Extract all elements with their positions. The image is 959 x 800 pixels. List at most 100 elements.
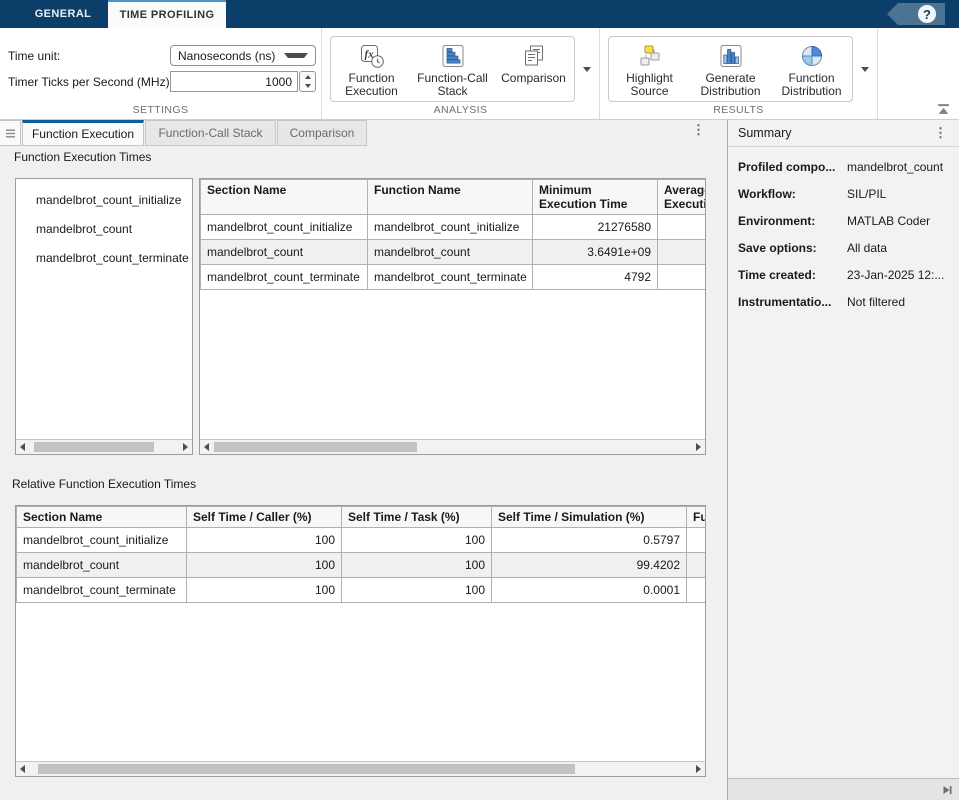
tab-time-profiling[interactable]: TIME PROFILING [108,0,226,28]
summary-title: Summary [738,126,791,140]
table-row[interactable]: mandelbrot_count_terminate 100 100 0.000… [17,578,707,603]
triangle-up-icon [305,75,311,79]
generate-distribution-button[interactable]: Generate Distribution [690,37,771,101]
document-tab-bar: Function Execution Function-Call Stack C… [0,120,727,146]
field-label: Environment: [738,214,847,228]
horizontal-scrollbar[interactable] [200,439,705,454]
field-value: 23-Jan-2025 12:... [847,268,944,282]
comparison-icon [521,43,547,69]
list-item[interactable]: mandelbrot_count_initialize [36,186,192,215]
summary-field: Instrumentatio... Not filtered [728,288,959,315]
collapse-ribbon-icon [936,103,951,115]
doc-tab-function-execution[interactable]: Function Execution [22,120,144,146]
button-label: Function Distribution [771,72,852,98]
horizontal-scrollbar[interactable] [16,761,705,776]
col-self-time-simulation: Self Time / Simulation (%) [492,507,687,528]
scrollbar-thumb[interactable] [34,442,154,452]
cell-minimum: 4792 [533,265,658,290]
cell-simulation: 0.5797 [492,528,687,553]
table-row[interactable]: mandelbrot_count mandelbrot_count 3.6491… [201,240,707,265]
cell-minimum: 21276580 [533,215,658,240]
toolstrip-tab-bar: GENERAL TIME PROFILING ? [0,0,959,28]
time-unit-dropdown[interactable]: Nanoseconds (ns) [170,45,316,66]
relative-times-heading: Relative Function Execution Times [12,477,196,491]
col-minimum-execution-time: Minimum Execution Time [533,180,658,215]
cell-function [687,578,707,603]
summary-field: Time created: 23-Jan-2025 12:... [728,261,959,288]
scroll-left-icon [20,765,25,773]
function-call-stack-icon [440,43,466,69]
summary-menu-button[interactable]: ⋮ [934,128,947,138]
stepper-up-button[interactable] [300,72,315,82]
cell-average [658,240,707,265]
cell-section: mandelbrot_count [201,240,368,265]
timer-ticks-input[interactable] [170,71,298,92]
collapse-panel-right-button[interactable] [941,784,953,796]
scroll-right-icon [696,765,701,773]
cell-task: 100 [342,553,492,578]
exec-times-heading: Function Execution Times [14,150,151,164]
function-call-stack-button[interactable]: Function-Call Stack [412,37,493,101]
cell-simulation: 99.4202 [492,553,687,578]
analysis-gallery: fx Function Execution Function-Call St [330,36,575,102]
field-value: All data [847,241,887,255]
scroll-right-icon [183,443,188,451]
summary-field: Save options: All data [728,234,959,261]
scroll-right-icon [696,443,701,451]
summary-field: Environment: MATLAB Coder [728,207,959,234]
table-row[interactable]: mandelbrot_count_initialize 100 100 0.57… [17,528,707,553]
doc-tab-function-call-stack[interactable]: Function-Call Stack [145,120,276,146]
cell-section: mandelbrot_count [17,553,187,578]
chevron-down-icon [284,53,308,58]
document-bar-handle[interactable] [0,120,21,146]
function-list-panel: mandelbrot_count_initialize mandelbrot_c… [15,178,193,455]
hamburger-icon [6,129,15,138]
comparison-button[interactable]: Comparison [493,37,574,101]
scrollbar-thumb[interactable] [38,764,575,774]
cell-average [658,265,707,290]
col-self-time-caller: Self Time / Caller (%) [187,507,342,528]
col-function-name: Function Name [368,180,533,215]
cell-average [658,215,707,240]
function-execution-icon: fx [359,43,385,69]
stepper-down-button[interactable] [300,82,315,92]
analysis-caption: ANALYSIS [322,104,599,116]
cell-function: mandelbrot_count [368,240,533,265]
horizontal-scrollbar[interactable] [16,439,192,454]
cell-function [687,553,707,578]
settings-caption: SETTINGS [0,104,321,116]
summary-panel: Summary ⋮ Profiled compo... mandelbrot_c… [727,120,959,800]
chevron-down-icon [861,67,869,72]
tab-general[interactable]: GENERAL [20,0,106,28]
cell-caller: 100 [187,578,342,603]
list-item[interactable]: mandelbrot_count_terminate [36,244,192,273]
cell-task: 100 [342,528,492,553]
table-header-row: Section Name Function Name Minimum Execu… [201,180,707,215]
collapse-ribbon-button[interactable] [936,103,951,115]
doc-tab-comparison[interactable]: Comparison [277,120,367,146]
analysis-gallery-expand-button[interactable] [578,36,596,102]
table-row[interactable]: mandelbrot_count_initialize mandelbrot_c… [201,215,707,240]
highlight-source-button[interactable]: Highlight Source [609,37,690,101]
function-execution-button[interactable]: fx Function Execution [331,37,412,101]
results-gallery-expand-button[interactable] [856,36,874,102]
help-button[interactable]: ? [887,3,945,25]
scrollbar-thumb[interactable] [214,442,417,452]
table-row[interactable]: mandelbrot_count 100 100 99.4202 [17,553,707,578]
section-divider [877,28,878,119]
cell-function: mandelbrot_count_terminate [368,265,533,290]
help-icon: ? [918,5,936,23]
relative-times-table-panel: Section Name Self Time / Caller (%) Self… [15,505,706,777]
triangle-down-icon [305,84,311,88]
col-average-execution-time: Average Execution Time [658,180,707,215]
function-distribution-icon [799,43,825,69]
button-label: Highlight Source [609,72,690,98]
document-bar-menu-button[interactable]: ⋮ [692,125,705,135]
list-item[interactable]: mandelbrot_count [36,215,192,244]
timer-ticks-stepper [299,71,316,92]
cell-caller: 100 [187,553,342,578]
function-distribution-button[interactable]: Function Distribution [771,37,852,101]
cell-caller: 100 [187,528,342,553]
table-row[interactable]: mandelbrot_count_terminate mandelbrot_co… [201,265,707,290]
results-gallery: Highlight Source Generate Distribution [608,36,853,102]
